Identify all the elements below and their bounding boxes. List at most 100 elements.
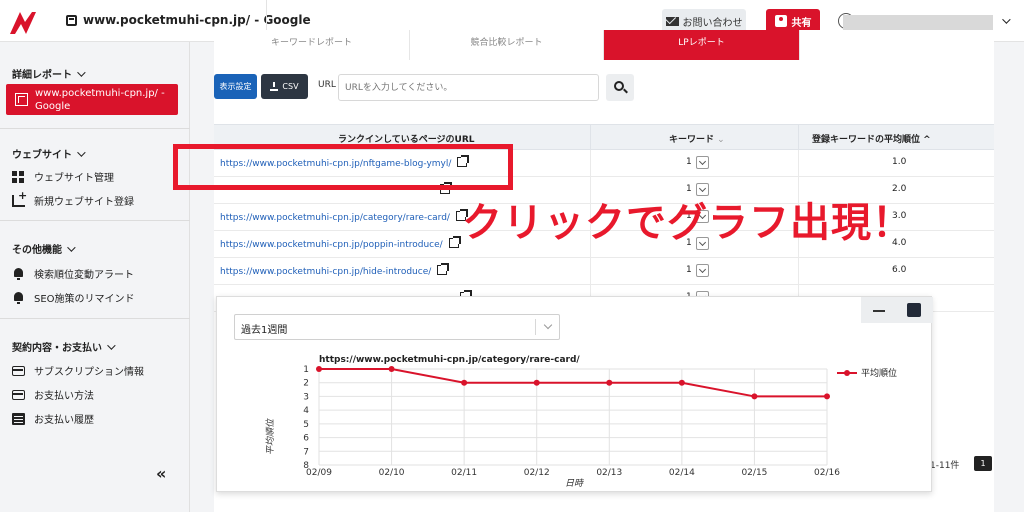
chevron-down-icon — [543, 320, 553, 330]
sidebar-section-website[interactable]: ウェブサイト — [12, 146, 86, 161]
cell-separator — [798, 258, 799, 285]
collapse-sidebar-icon[interactable]: « — [156, 464, 167, 483]
table-row: https://www.pocketmuhi-cpn.jp/hide-intro… — [214, 258, 994, 285]
sidebar-item-website-manage[interactable]: ウェブサイト管理 — [12, 169, 114, 184]
chevron-down-icon — [67, 242, 76, 252]
pagination-count: 1-11件 — [930, 461, 960, 471]
url-input[interactable] — [338, 74, 599, 101]
share-label: 共有 — [791, 17, 812, 29]
chevron-down-icon — [77, 67, 86, 77]
expand-keywords-button[interactable] — [696, 264, 709, 277]
contact-label: お問い合わせ — [682, 17, 743, 29]
external-link-icon[interactable] — [448, 236, 461, 248]
tab-lp-report[interactable]: LPレポート — [604, 30, 800, 60]
account-menu-chevron-icon[interactable] — [1002, 15, 1011, 27]
item-label: お支払い履歴 — [34, 415, 94, 426]
annotation-callout: クリックでグラフ出現！ — [462, 200, 913, 246]
series-line — [319, 368, 827, 398]
chart-grid — [318, 368, 828, 466]
page-button[interactable]: 1 — [974, 456, 992, 471]
series-point[interactable] — [388, 366, 395, 372]
sidebar-item-payment-method[interactable]: お支払い方法 — [12, 387, 94, 402]
sidebar-divider — [0, 128, 190, 129]
cell-separator — [798, 150, 799, 177]
series-point[interactable] — [824, 393, 830, 400]
share-icon — [774, 15, 787, 27]
y-tick-label: 5 — [303, 420, 309, 430]
y-tick-label: 7 — [303, 447, 309, 457]
legend-label: 平均順位 — [861, 367, 897, 379]
expand-keywords-button[interactable] — [696, 156, 709, 169]
external-link-icon[interactable] — [437, 263, 450, 275]
section-label: 契約内容・お支払い — [12, 343, 102, 354]
sidebar-item-subscription[interactable]: サブスクリプション情報 — [12, 363, 144, 378]
section-label: その他機能 — [12, 245, 62, 256]
x-tick-label: 02/09 — [306, 468, 332, 478]
column-header-keyword[interactable]: キーワード ⌄ — [669, 132, 725, 145]
sidebar-divider — [0, 318, 190, 319]
sidebar-item-rank-alert[interactable]: 検索順位変動アラート — [12, 266, 134, 281]
period-value: 過去1週間 — [241, 325, 288, 336]
brand-logo-icon[interactable] — [8, 8, 38, 36]
csv-label: CSV — [282, 82, 299, 91]
sidebar-item-seo-remind[interactable]: SEO施策のリマインド — [12, 290, 135, 305]
y-tick-label: 4 — [303, 406, 309, 416]
page-url-link[interactable]: https://www.pocketmuhi-cpn.jp/poppin-int… — [220, 236, 461, 250]
column-header-average-rank[interactable]: 登録キーワードの平均順位 ^ — [812, 132, 931, 145]
x-tick-label: 02/15 — [741, 468, 767, 478]
sidebar-section-report[interactable]: 詳細レポート — [12, 66, 86, 81]
series-points — [316, 366, 830, 400]
sidebar-item-payment-history[interactable]: お支払い履歴 — [12, 411, 94, 426]
sidebar-item-website-register[interactable]: 新規ウェブサイト登録 — [12, 189, 134, 208]
add-chart-icon — [12, 189, 27, 207]
minimize-icon[interactable] — [873, 310, 885, 312]
bell-icon — [12, 291, 25, 304]
maximize-icon[interactable] — [907, 303, 921, 317]
chart-title: https://www.pocketmuhi-cpn.jp/category/r… — [319, 355, 580, 365]
sort-asc-icon: ^ — [923, 135, 931, 145]
url-text: https://www.pocketmuhi-cpn.jp/poppin-int… — [220, 240, 443, 250]
series-point[interactable] — [678, 379, 685, 386]
average-rank: 1.0 — [892, 157, 907, 167]
x-tick-label: 02/10 — [379, 468, 405, 478]
popup-controls — [861, 297, 933, 323]
series-point[interactable] — [606, 379, 613, 386]
rank-chart-popup: 過去1週間 1 2 3 4 5 6 7 8 02/09 02/10 02/11 02/12 02/13… — [216, 296, 933, 492]
y-tick-label: 6 — [303, 434, 309, 444]
sidebar-section-contract[interactable]: 契約内容・お支払い — [12, 339, 116, 354]
item-label: 新規ウェブサイト登録 — [34, 197, 134, 208]
column-separator — [798, 125, 799, 151]
page-url-link[interactable]: https://www.pocketmuhi-cpn.jp/category/r… — [220, 209, 468, 223]
series-point[interactable] — [533, 379, 540, 386]
csv-download-button[interactable]: CSV — [261, 74, 308, 99]
sidebar: 詳細レポート www.pocketmuhi-cpn.jp/ - Google ウ… — [0, 42, 190, 512]
header-label: 登録キーワードの平均順位 — [812, 135, 921, 145]
series-point[interactable] — [316, 366, 322, 372]
download-icon — [270, 82, 279, 91]
search-button[interactable] — [606, 74, 634, 101]
site-title: www.pocketmuhi-cpn.jp/ - Google — [83, 13, 311, 27]
series-point[interactable] — [751, 393, 758, 400]
x-tick-label: 02/14 — [669, 468, 695, 478]
item-label: お支払い方法 — [34, 391, 94, 402]
display-settings-label: 表示設定 — [219, 82, 252, 91]
sidebar-section-other[interactable]: その他機能 — [12, 241, 76, 256]
url-text: https://www.pocketmuhi-cpn.jp/hide-intro… — [220, 267, 432, 277]
receipt-icon — [12, 412, 25, 425]
cell-separator — [590, 150, 591, 177]
annotation-highlight-box — [173, 144, 513, 190]
series-point[interactable] — [461, 379, 468, 386]
cell-separator — [590, 258, 591, 285]
display-settings-button[interactable]: 表示設定 — [214, 74, 257, 99]
period-select[interactable]: 過去1週間 — [234, 314, 560, 340]
sidebar-item-active-site[interactable]: www.pocketmuhi-cpn.jp/ - Google — [6, 84, 178, 115]
section-label: 詳細レポート — [12, 70, 72, 81]
tab-competitor-report[interactable]: 競合比較レポート — [410, 30, 604, 60]
site-selector[interactable]: www.pocketmuhi-cpn.jp/ - Google — [66, 13, 311, 27]
y-tick-label: 3 — [303, 392, 309, 402]
tab-keyword-report[interactable]: キーワードレポート — [214, 30, 410, 60]
mail-icon — [665, 16, 679, 26]
y-axis-ticks: 1 2 3 4 5 6 7 8 — [303, 365, 309, 471]
y-axis-label: 平均順位 — [265, 418, 276, 455]
page-url-link[interactable]: https://www.pocketmuhi-cpn.jp/hide-intro… — [220, 263, 450, 277]
